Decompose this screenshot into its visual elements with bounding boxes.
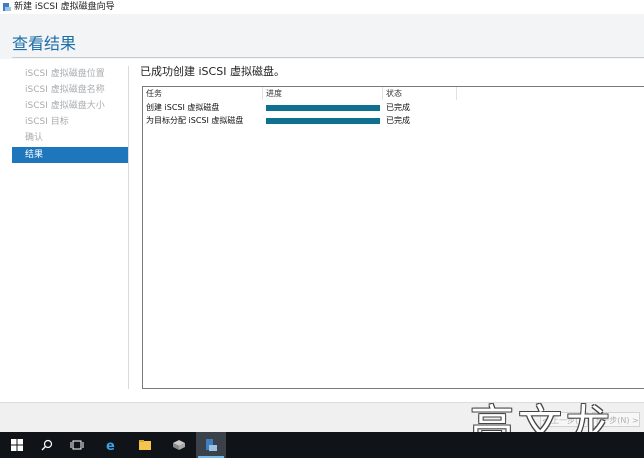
nav-step-size[interactable]: iSCSI 虚拟磁盘大小 bbox=[12, 98, 128, 114]
results-content: 已成功创建 iSCSI 虚拟磁盘。 bbox=[140, 62, 644, 82]
wizard-steps-nav: iSCSI 虚拟磁盘位置 iSCSI 虚拟磁盘名称 iSCSI 虚拟磁盘大小 i… bbox=[12, 66, 128, 163]
iscsi-wizard-icon[interactable] bbox=[196, 432, 226, 458]
table-header: 任务 进度 状态 bbox=[143, 87, 644, 100]
search-icon[interactable] bbox=[32, 432, 62, 458]
wizard-footer: < 上一步(P) 下一步(N) > bbox=[0, 402, 644, 433]
previous-button[interactable]: < 上一步(P) bbox=[540, 412, 588, 427]
wizard-app-icon bbox=[3, 3, 11, 11]
table-row[interactable]: 为目标分配 iSCSI 虚拟磁盘 已完成 bbox=[143, 115, 644, 127]
nav-step-target[interactable]: iSCSI 目标 bbox=[12, 114, 128, 130]
nav-step-name[interactable]: iSCSI 虚拟磁盘名称 bbox=[12, 82, 128, 98]
task-view-icon[interactable] bbox=[62, 432, 92, 458]
file-explorer-icon[interactable] bbox=[130, 432, 160, 458]
wizard-header: 查看结果 bbox=[0, 14, 644, 59]
task-status: 已完成 bbox=[386, 103, 410, 112]
nav-step-results[interactable]: 结果 bbox=[12, 147, 128, 163]
column-header-status[interactable]: 状态 bbox=[383, 87, 457, 100]
title-bar: 新建 iSCSI 虚拟磁盘向导 bbox=[0, 0, 644, 14]
nav-divider bbox=[128, 66, 129, 389]
task-name: 为目标分配 iSCSI 虚拟磁盘 bbox=[146, 116, 244, 125]
progress-bar bbox=[266, 105, 380, 111]
page-title: 查看结果 bbox=[12, 34, 77, 53]
column-header-task[interactable]: 任务 bbox=[143, 87, 263, 100]
server-manager-icon[interactable] bbox=[164, 432, 194, 458]
nav-step-location[interactable]: iSCSI 虚拟磁盘位置 bbox=[12, 66, 128, 82]
task-name: 创建 iSCSI 虚拟磁盘 bbox=[146, 103, 220, 112]
success-message: 已成功创建 iSCSI 虚拟磁盘。 bbox=[140, 65, 285, 78]
taskbar: e bbox=[0, 432, 644, 458]
svg-text:e: e bbox=[106, 439, 115, 452]
next-button[interactable]: 下一步(N) > bbox=[592, 412, 640, 427]
header-divider bbox=[12, 57, 644, 58]
task-status: 已完成 bbox=[386, 116, 410, 125]
results-table[interactable]: 任务 进度 状态 创建 iSCSI 虚拟磁盘 已完成 为目标分配 iSCSI 虚… bbox=[142, 86, 644, 389]
nav-step-confirm[interactable]: 确认 bbox=[12, 130, 128, 146]
internet-explorer-icon[interactable]: e bbox=[96, 432, 126, 458]
column-header-progress[interactable]: 进度 bbox=[263, 87, 383, 100]
windows-start-icon[interactable] bbox=[2, 432, 32, 458]
progress-bar bbox=[266, 118, 380, 124]
window-title: 新建 iSCSI 虚拟磁盘向导 bbox=[14, 2, 115, 12]
table-row[interactable]: 创建 iSCSI 虚拟磁盘 已完成 bbox=[143, 102, 644, 114]
